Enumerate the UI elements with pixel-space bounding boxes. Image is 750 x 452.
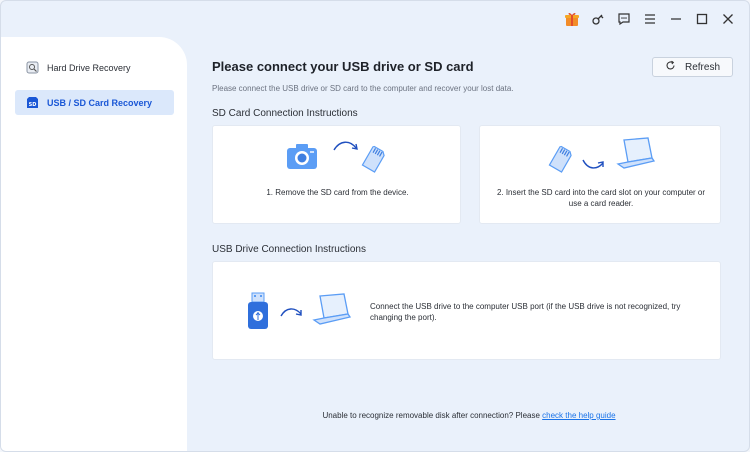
sidebar-item-hard-drive-recovery[interactable]: Hard Drive Recovery [15, 55, 174, 80]
sidebar: Hard Drive Recovery SD USB / SD Card Rec… [1, 37, 187, 451]
page-title: Please connect your USB drive or SD card [212, 59, 474, 74]
usb-step-line1: Connect the USB drive to the computer US… [370, 302, 681, 311]
svg-text:SD: SD [28, 102, 36, 108]
app-window: Hard Drive Recovery SD USB / SD Card Rec… [0, 0, 750, 452]
arrow-icon [279, 306, 305, 327]
sd-step2-line2: use a card reader. [568, 199, 634, 208]
refresh-icon [665, 60, 676, 74]
usb-step-line2: changing the port). [370, 313, 437, 322]
sd-section-title: SD Card Connection Instructions [212, 108, 358, 119]
arrow-icon [581, 156, 607, 177]
camera-icon [286, 142, 318, 175]
sd-step2-card: 2. Insert the SD card into the card slot… [479, 125, 721, 224]
refresh-button[interactable]: Refresh [652, 57, 733, 77]
arrow-icon [332, 140, 360, 161]
minimize-icon[interactable] [667, 9, 685, 29]
menu-icon[interactable] [641, 9, 659, 29]
gift-icon[interactable] [563, 9, 581, 29]
sd-card-illustration-icon [546, 144, 576, 179]
sidebar-item-label: Hard Drive Recovery [47, 62, 131, 73]
usb-step-card: Connect the USB drive to the computer US… [212, 261, 721, 360]
sidebar-item-usb-sd-card-recovery[interactable]: SD USB / SD Card Recovery [15, 90, 174, 115]
help-text: Unable to recognize removable disk after… [322, 411, 540, 420]
hard-drive-icon [25, 61, 39, 75]
sd-step1-card: 1. Remove the SD card from the device. [212, 125, 461, 224]
key-icon[interactable] [589, 9, 607, 29]
sd-step1-text: 1. Remove the SD card from the device. [266, 188, 409, 197]
sidebar-item-label: USB / SD Card Recovery [47, 97, 153, 108]
close-icon[interactable] [719, 9, 737, 29]
sd-step2-line1: 2. Insert the SD card into the card slot… [496, 188, 706, 197]
sd-card-icon: SD [25, 96, 39, 110]
sd-step2-text: 2. Insert the SD card into the card slot… [480, 187, 722, 209]
help-footer: Unable to recognize removable disk after… [187, 411, 749, 420]
main-panel: Please connect your USB drive or SD card… [187, 37, 749, 451]
help-guide-link[interactable]: check the help guide [542, 411, 615, 420]
sd-card-illustration-icon [359, 144, 389, 179]
laptop-icon [614, 136, 656, 179]
laptop-icon [310, 292, 352, 335]
usb-drive-icon [245, 291, 271, 336]
usb-step-text: Connect the USB drive to the computer US… [370, 301, 710, 323]
refresh-label: Refresh [684, 61, 720, 73]
title-bar [1, 1, 749, 37]
page-subtitle: Please connect the USB drive or SD card … [212, 84, 514, 93]
usb-section-title: USB Drive Connection Instructions [212, 244, 366, 255]
feedback-icon[interactable] [615, 9, 633, 29]
maximize-icon[interactable] [693, 9, 711, 29]
